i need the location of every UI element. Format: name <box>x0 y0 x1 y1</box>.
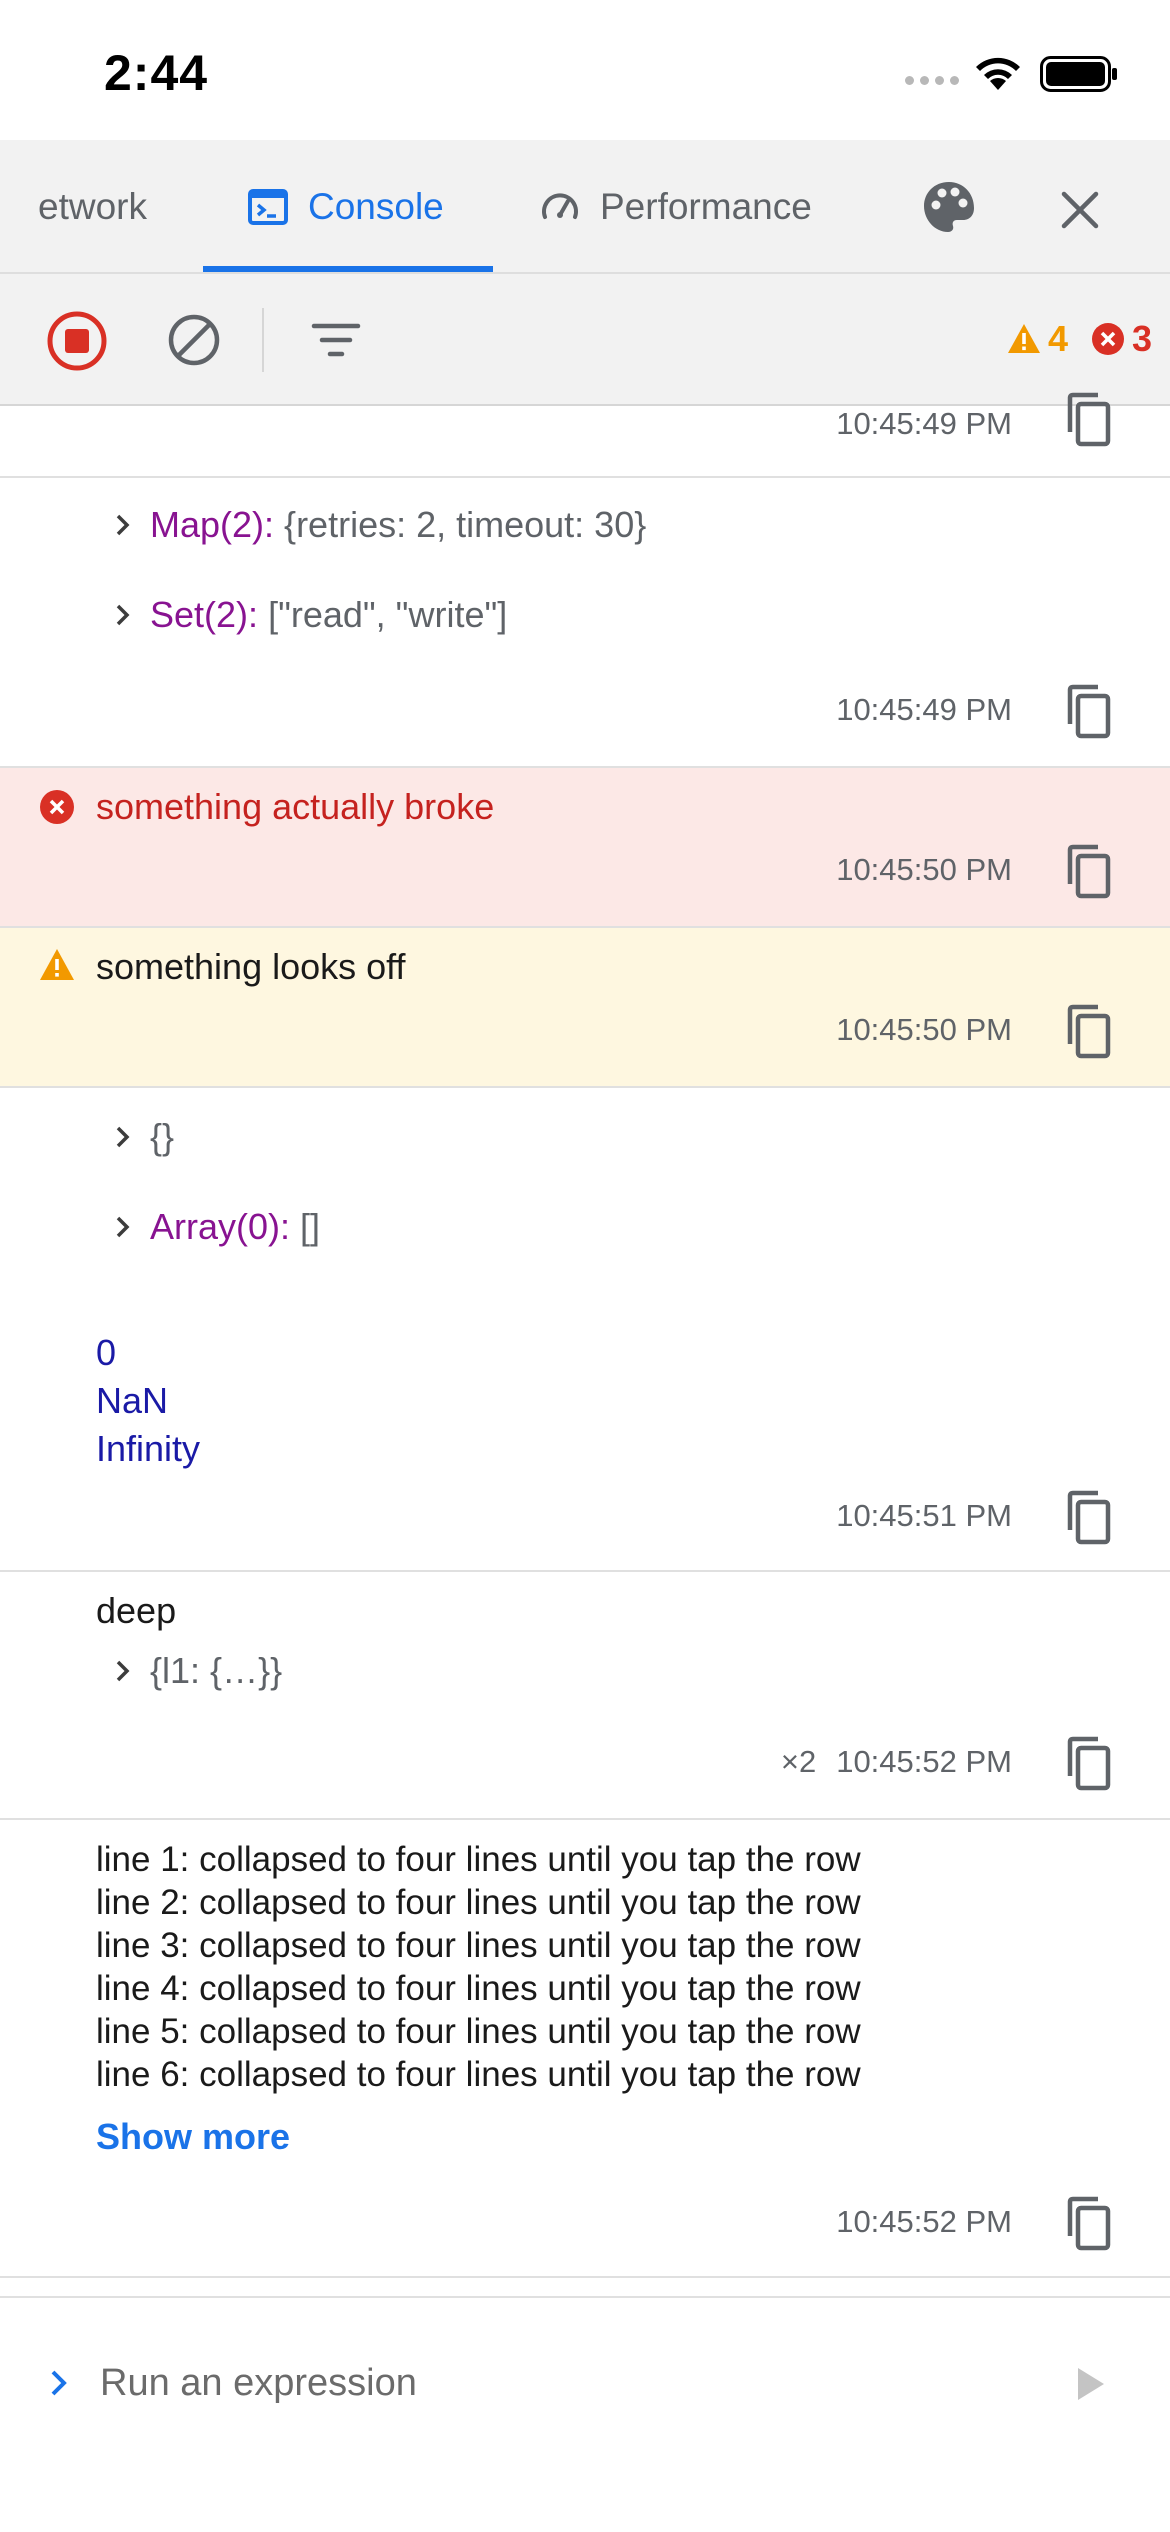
log-message: something looks off <box>96 946 406 987</box>
object-preview-value: ["read", "write"] <box>268 594 508 635</box>
number-value: NaN <box>96 1380 169 1421</box>
cellular-signal-icon <box>905 76 959 85</box>
active-tab-indicator <box>203 266 493 272</box>
log-entry[interactable]: Map(2): {retries: 2, timeout: 30} Set(2)… <box>0 478 1170 768</box>
object-row[interactable]: Map(2): {retries: 2, timeout: 30} <box>108 504 646 546</box>
log-entry[interactable]: line 1: collapsed to four lines until yo… <box>0 1820 1170 2278</box>
chevron-right-icon <box>116 604 130 626</box>
log-timestamp: 10:45:52 PM <box>836 2204 1012 2239</box>
log-timestamp: 10:45:50 PM <box>836 852 1012 887</box>
log-entry[interactable]: {} Array(0): [] 0 NaN Infinity 10:45:51 … <box>0 1088 1170 1572</box>
expression-input-bar <box>0 2296 1170 2532</box>
log-timestamp: ×2 10:45:52 PM <box>781 1744 1012 1780</box>
object-row[interactable]: Array(0): [] <box>108 1206 320 1248</box>
error-icon <box>1091 323 1124 355</box>
log-timestamp: 10:45:50 PM <box>836 1012 1012 1047</box>
copy-icon[interactable] <box>1062 1004 1114 1060</box>
object-type: Map(2): <box>150 504 275 545</box>
error-count: 3 <box>1090 318 1152 360</box>
status-bar: 2:44 <box>0 0 1170 140</box>
wifi-icon <box>976 57 1020 90</box>
chevron-right-icon <box>116 514 130 536</box>
message-line: line 4: collapsed to four lines until yo… <box>96 1969 861 2008</box>
close-icon[interactable] <box>1052 182 1108 238</box>
object-preview-value: {retries: 2, timeout: 30} <box>284 504 647 545</box>
message-line: line 3: collapsed to four lines until yo… <box>96 1926 861 1965</box>
speedometer-icon <box>542 193 578 219</box>
copy-icon[interactable] <box>1062 392 1114 448</box>
number-value: Infinity <box>96 1428 201 1469</box>
copy-icon[interactable] <box>1062 844 1114 900</box>
copy-icon[interactable] <box>1062 1736 1114 1792</box>
object-preview-value: {} <box>150 1116 175 1157</box>
object-preview-value: {l1: {…}} <box>150 1650 283 1691</box>
tab-network[interactable]: etwork <box>38 140 147 274</box>
log-message: deep <box>96 1590 177 1631</box>
log-timestamp: 10:45:49 PM <box>836 692 1012 727</box>
console-icon <box>248 189 288 225</box>
filter-icon[interactable] <box>306 314 366 366</box>
expression-input[interactable] <box>100 2348 1040 2418</box>
log-entry[interactable]: deep {l1: {…}} ×2 10:45:52 PM <box>0 1572 1170 1820</box>
tab-network-label: etwork <box>38 186 147 227</box>
log-entry-error[interactable]: something actually broke 10:45:50 PM <box>0 768 1170 928</box>
chevron-right-icon <box>116 1126 130 1148</box>
tab-console[interactable]: Console <box>246 140 444 274</box>
message-line: line 2: collapsed to four lines until yo… <box>96 1883 861 1922</box>
message-line: line 6: collapsed to four lines until yo… <box>96 2055 861 2094</box>
show-more-link[interactable]: Show more <box>96 2116 290 2158</box>
prompt-chevron-icon <box>51 2370 67 2396</box>
log-entry-warning[interactable]: something looks off 10:45:50 PM <box>0 928 1170 1088</box>
warning-icon <box>40 949 74 980</box>
warning-icon <box>1007 324 1040 353</box>
object-preview <box>274 504 284 546</box>
battery-icon <box>1040 56 1117 92</box>
run-icon[interactable] <box>1070 2362 1110 2406</box>
tab-performance[interactable]: Performance <box>538 140 812 274</box>
log-message: something actually broke <box>96 786 495 827</box>
error-count-value: 3 <box>1131 318 1152 359</box>
stop-recording-button[interactable] <box>46 310 108 372</box>
error-icon <box>40 790 74 824</box>
console-toolbar: 4 3 <box>0 274 1170 406</box>
object-preview-value: [] <box>300 1206 321 1247</box>
multiline-message: line 1: collapsed to four lines until yo… <box>96 1838 861 2096</box>
devtools-tab-bar: etwork Console Performance <box>0 140 1170 274</box>
tab-console-label: Console <box>308 186 444 227</box>
copy-icon[interactable] <box>1062 1490 1114 1546</box>
chevron-right-icon <box>116 1660 130 1682</box>
message-counts[interactable]: 4 3 <box>1006 318 1152 360</box>
palette-icon[interactable] <box>920 178 978 236</box>
tab-performance-label: Performance <box>600 186 812 227</box>
warning-count-value: 4 <box>1047 318 1068 359</box>
message-line: line 1: collapsed to four lines until yo… <box>96 1840 861 1879</box>
warning-count: 4 <box>1006 318 1068 360</box>
repeat-count: ×2 <box>780 1744 817 1779</box>
log-timestamp: 10:45:49 PM <box>836 406 1012 441</box>
object-row[interactable]: Set(2): ["read", "write"] <box>108 594 507 636</box>
status-time: 2:44 <box>104 45 209 101</box>
chevron-right-icon <box>116 1216 130 1238</box>
copy-icon[interactable] <box>1062 684 1114 740</box>
message-line: line 5: collapsed to four lines until yo… <box>96 2012 861 2051</box>
object-type: Array(0): <box>150 1206 291 1247</box>
number-value: 0 <box>96 1332 117 1373</box>
toolbar-divider <box>262 308 264 372</box>
object-type: Set(2): <box>150 594 259 635</box>
log-timestamp: 10:45:51 PM <box>836 1498 1012 1533</box>
clear-console-button[interactable] <box>164 310 224 370</box>
object-row[interactable]: {} <box>108 1116 174 1158</box>
copy-icon[interactable] <box>1062 2196 1114 2252</box>
log-entry[interactable]: 10:45:49 PM <box>0 392 1170 478</box>
object-row[interactable]: {l1: {…}} <box>108 1650 282 1692</box>
log-timestamp-value: 10:45:52 PM <box>836 1744 1012 1779</box>
